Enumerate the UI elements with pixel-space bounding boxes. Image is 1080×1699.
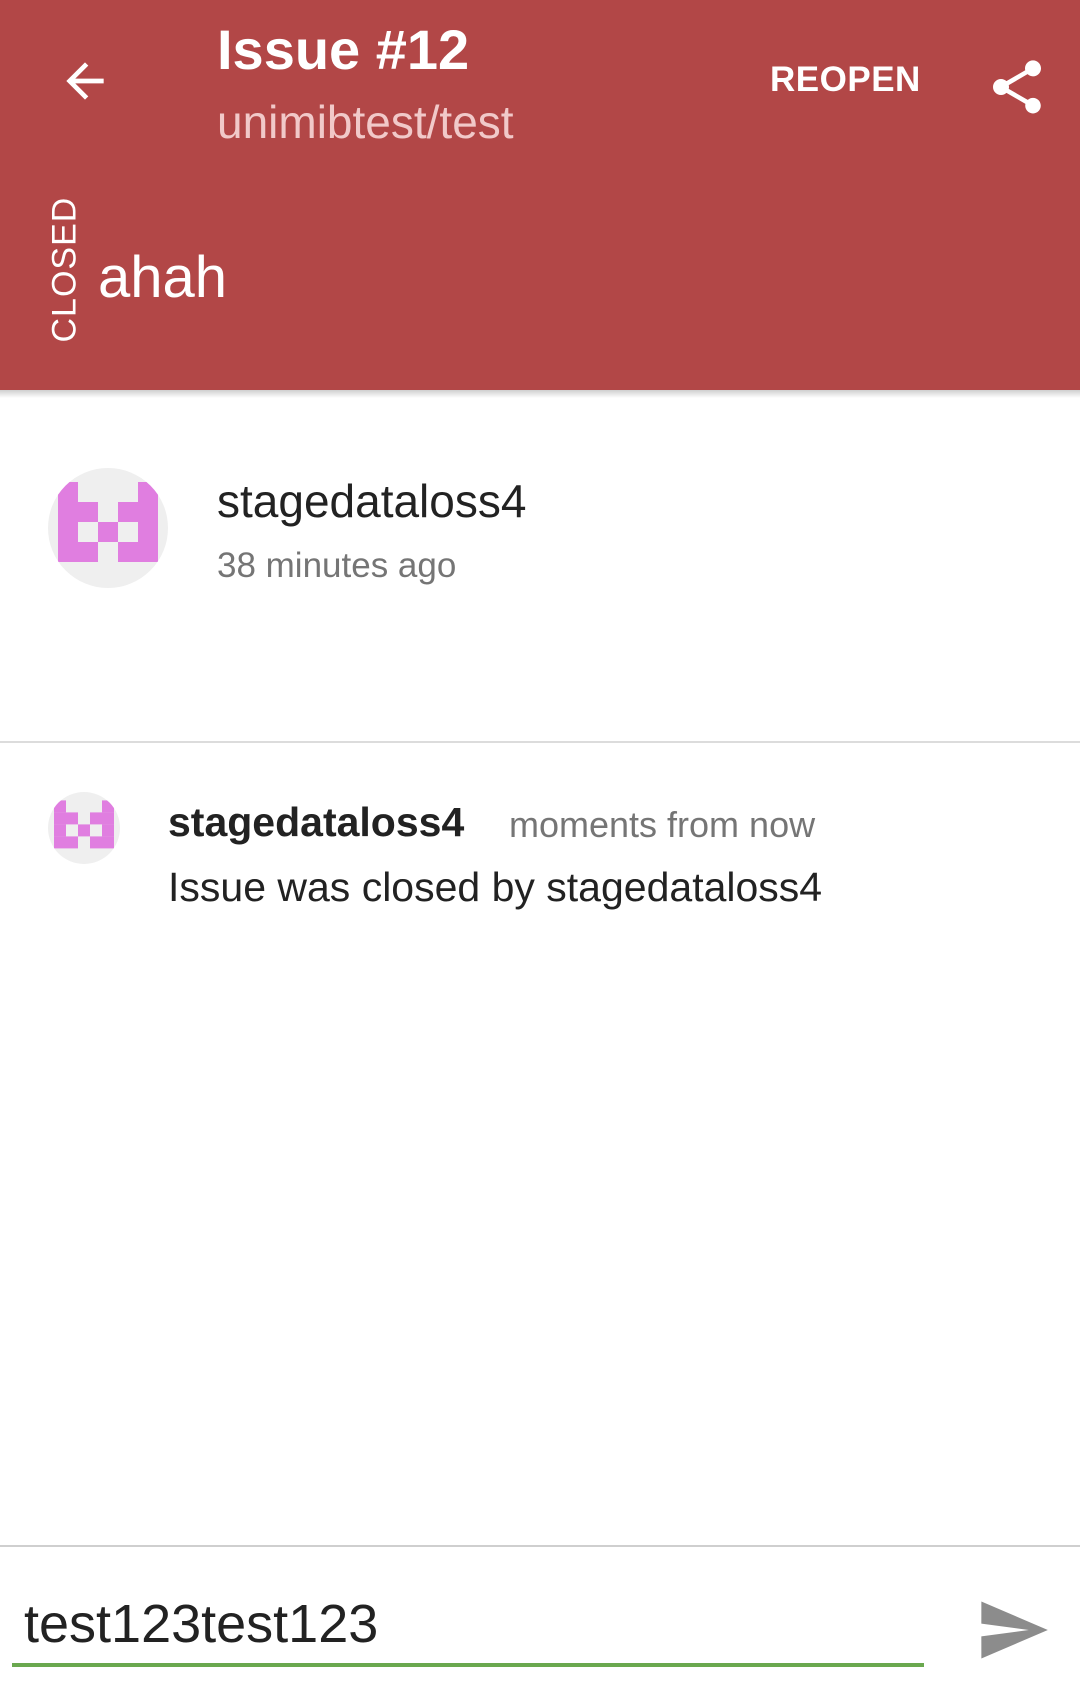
identicon-image: [58, 482, 158, 562]
reopen-button[interactable]: REOPEN: [770, 55, 921, 105]
arrow-back-icon: [66, 62, 104, 100]
comment-divider: [0, 1545, 1080, 1547]
page-title: Issue #12: [217, 18, 470, 81]
back-button[interactable]: [50, 46, 120, 116]
comment-input[interactable]: [12, 1585, 924, 1667]
event-timestamp: moments from now: [509, 804, 816, 845]
event-description: Issue was closed by stagedataloss4: [168, 864, 823, 910]
identicon-image: [54, 800, 114, 849]
issue-header: Issue #12 unimibtest/test REOPEN CLOSED …: [0, 0, 1080, 390]
send-icon: [981, 1601, 1048, 1659]
issue-state-badge: CLOSED: [45, 196, 84, 343]
event-avatar[interactable]: [48, 792, 120, 864]
share-button[interactable]: [972, 42, 1062, 132]
author-name[interactable]: stagedataloss4: [217, 470, 526, 532]
author-avatar[interactable]: [48, 468, 168, 588]
header-shadow: [0, 390, 1080, 398]
send-button[interactable]: [968, 1590, 1058, 1670]
repository-name[interactable]: unimibtest/test: [217, 92, 514, 152]
event-username[interactable]: stagedataloss4: [168, 795, 464, 849]
share-icon: [993, 60, 1041, 114]
issue-title: ahah: [98, 245, 228, 310]
created-time: 38 minutes ago: [217, 546, 457, 585]
divider: [0, 741, 1080, 743]
